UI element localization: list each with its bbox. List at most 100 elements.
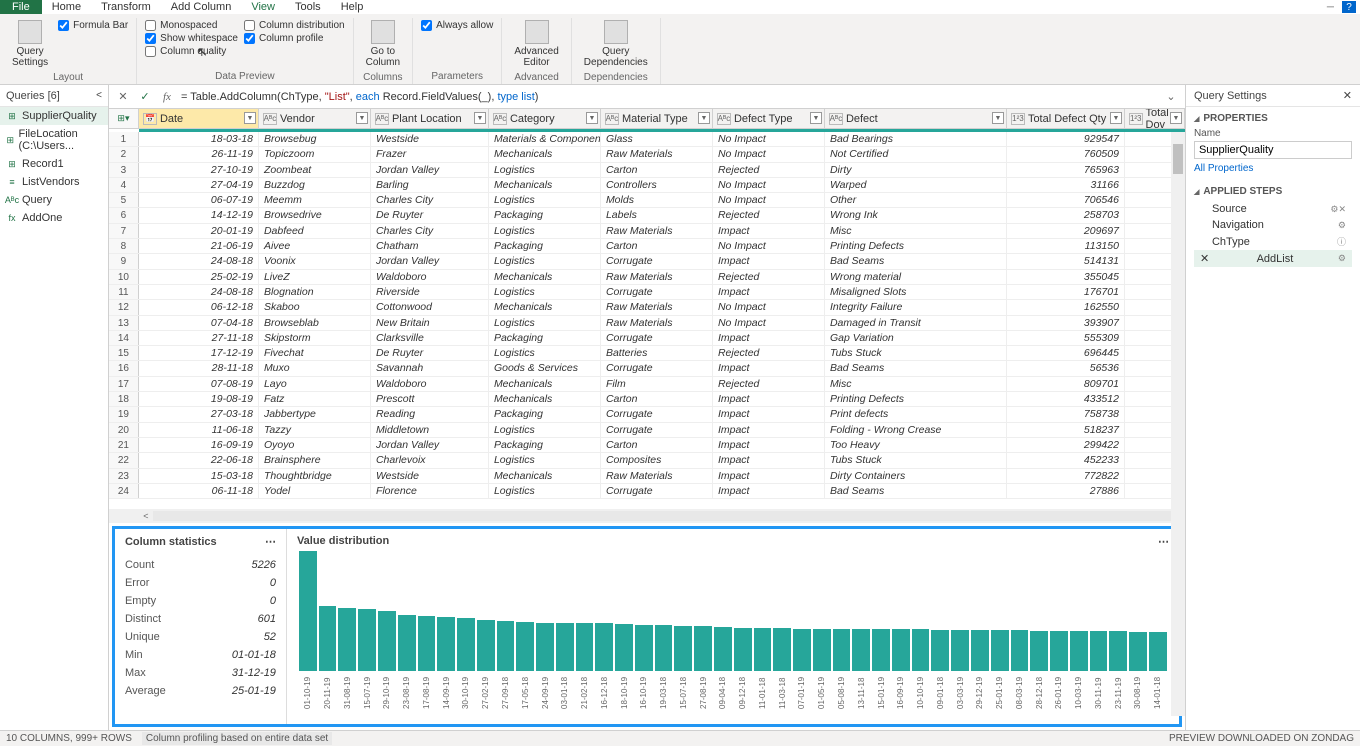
monospaced-checkbox[interactable]: Monospaced bbox=[145, 20, 238, 31]
row-number[interactable]: 21 bbox=[109, 438, 139, 452]
column-type-icon[interactable]: Aᴮc bbox=[375, 113, 389, 125]
table-cell[interactable]: 15-03-18 bbox=[139, 469, 259, 483]
table-cell[interactable]: Misaligned Slots bbox=[825, 285, 1007, 299]
table-cell[interactable]: 258703 bbox=[1007, 208, 1125, 222]
chart-bar[interactable]: 30-08-19 bbox=[1129, 632, 1147, 709]
table-cell[interactable]: Savannah bbox=[371, 361, 489, 375]
chart-bar[interactable]: 25-01-19 bbox=[991, 630, 1009, 709]
table-cell[interactable]: Packaging bbox=[489, 438, 601, 452]
table-cell[interactable]: 27886 bbox=[1007, 484, 1125, 498]
table-row[interactable]: 506-07-19MeemmCharles CityLogisticsMolds… bbox=[109, 193, 1185, 208]
menu-add-column[interactable]: Add Column bbox=[161, 0, 242, 14]
table-cell[interactable]: Charles City bbox=[371, 193, 489, 207]
chart-bar[interactable]: 27-02-19 bbox=[477, 620, 495, 709]
table-cell[interactable]: Buzzdog bbox=[259, 178, 371, 192]
table-cell[interactable]: Goods & Services bbox=[489, 361, 601, 375]
table-cell[interactable]: Bad Seams bbox=[825, 484, 1007, 498]
table-cell[interactable]: Jabbertype bbox=[259, 407, 371, 421]
table-cell[interactable]: Misc bbox=[825, 377, 1007, 391]
table-cell[interactable]: Fivechat bbox=[259, 346, 371, 360]
table-cell[interactable]: No Impact bbox=[713, 316, 825, 330]
row-number[interactable]: 19 bbox=[109, 407, 139, 421]
table-cell[interactable]: 11-06-18 bbox=[139, 423, 259, 437]
table-row[interactable]: 1206-12-18SkabooCottonwoodMechanicalsRaw… bbox=[109, 300, 1185, 315]
table-row[interactable]: 1517-12-19FivechatDe RuyterLogisticsBatt… bbox=[109, 346, 1185, 361]
table-cell[interactable]: Muxo bbox=[259, 361, 371, 375]
table-cell[interactable]: Bad Seams bbox=[825, 254, 1007, 268]
table-cell[interactable]: Clarksville bbox=[371, 331, 489, 345]
chart-bar[interactable]: 17-08-19 bbox=[418, 616, 436, 709]
chart-bar[interactable]: 16-12-18 bbox=[595, 623, 613, 709]
table-cell[interactable]: Raw Materials bbox=[601, 469, 713, 483]
menu-file[interactable]: File bbox=[0, 0, 42, 14]
table-cell[interactable]: Impact bbox=[713, 423, 825, 437]
table-cell[interactable]: Skipstorm bbox=[259, 331, 371, 345]
column-filter-icon[interactable]: ▼ bbox=[1170, 112, 1182, 124]
table-cell[interactable]: Middletown bbox=[371, 423, 489, 437]
table-cell[interactable]: Warped bbox=[825, 178, 1007, 192]
table-cell[interactable]: 22-06-18 bbox=[139, 453, 259, 467]
table-cell[interactable]: 16-09-19 bbox=[139, 438, 259, 452]
table-row[interactable]: 1427-11-18SkipstormClarksvillePackagingC… bbox=[109, 331, 1185, 346]
table-cell[interactable]: Logistics bbox=[489, 193, 601, 207]
column-filter-icon[interactable]: ▼ bbox=[356, 112, 368, 124]
table-cell[interactable]: Waldoboro bbox=[371, 377, 489, 391]
row-number[interactable]: 12 bbox=[109, 300, 139, 314]
table-cell[interactable]: Jordan Valley bbox=[371, 254, 489, 268]
table-cell[interactable]: No Impact bbox=[713, 178, 825, 192]
table-cell[interactable]: Misc bbox=[825, 224, 1007, 238]
table-cell[interactable]: Rejected bbox=[713, 163, 825, 177]
table-cell[interactable]: Glass bbox=[601, 132, 713, 146]
table-cell[interactable]: Packaging bbox=[489, 331, 601, 345]
query-item[interactable]: fxAddOne bbox=[0, 209, 108, 227]
table-cell[interactable]: New Britain bbox=[371, 316, 489, 330]
table-cell[interactable]: 25-02-19 bbox=[139, 270, 259, 284]
table-cell[interactable]: Other bbox=[825, 193, 1007, 207]
horizontal-scrollbar[interactable]: <> bbox=[109, 509, 1185, 523]
table-cell[interactable]: Film bbox=[601, 377, 713, 391]
table-cell[interactable]: 20-01-19 bbox=[139, 224, 259, 238]
table-cell[interactable]: Packaging bbox=[489, 208, 601, 222]
table-cell[interactable]: 21-06-19 bbox=[139, 239, 259, 253]
properties-section-title[interactable]: PROPERTIES bbox=[1194, 113, 1352, 124]
table-cell[interactable]: Logistics bbox=[489, 484, 601, 498]
table-cell[interactable]: Browseblab bbox=[259, 316, 371, 330]
row-number[interactable]: 17 bbox=[109, 377, 139, 391]
column-header[interactable]: AᴮcDefect Type▼ bbox=[713, 109, 825, 128]
table-cell[interactable]: 706546 bbox=[1007, 193, 1125, 207]
table-row[interactable]: 821-06-19AiveeChathamPackagingCartonNo I… bbox=[109, 239, 1185, 254]
table-cell[interactable]: Controllers bbox=[601, 178, 713, 192]
table-cell[interactable]: Florence bbox=[371, 484, 489, 498]
chart-bar[interactable]: 31-08-19 bbox=[338, 608, 356, 709]
applied-step[interactable]: ✕AddList⚙ bbox=[1194, 250, 1352, 267]
row-number[interactable]: 9 bbox=[109, 254, 139, 268]
table-cell[interactable]: Mechanicals bbox=[489, 300, 601, 314]
table-cell[interactable]: Fatz bbox=[259, 392, 371, 406]
value-distribution-menu-icon[interactable]: ⋯ bbox=[1158, 535, 1169, 548]
table-cell[interactable]: Impact bbox=[713, 392, 825, 406]
table-cell[interactable]: Frazer bbox=[371, 147, 489, 161]
table-cell[interactable]: 07-08-19 bbox=[139, 377, 259, 391]
chart-bar[interactable]: 09-01-18 bbox=[931, 630, 949, 709]
column-filter-icon[interactable]: ▼ bbox=[586, 112, 598, 124]
table-cell[interactable]: 18-03-18 bbox=[139, 132, 259, 146]
table-cell[interactable]: Tubs Stuck bbox=[825, 453, 1007, 467]
column-header[interactable]: AᴮcPlant Location▼ bbox=[371, 109, 489, 128]
table-icon[interactable]: ⊞▾ bbox=[109, 109, 139, 128]
table-cell[interactable]: Barling bbox=[371, 178, 489, 192]
table-cell[interactable]: Logistics bbox=[489, 163, 601, 177]
table-cell[interactable]: Carton bbox=[601, 392, 713, 406]
formula-bar-checkbox[interactable]: Formula Bar bbox=[58, 20, 128, 31]
row-number[interactable]: 22 bbox=[109, 453, 139, 467]
table-cell[interactable]: 514131 bbox=[1007, 254, 1125, 268]
table-cell[interactable]: 355045 bbox=[1007, 270, 1125, 284]
table-cell[interactable]: No Impact bbox=[713, 132, 825, 146]
table-cell[interactable]: Charles City bbox=[371, 224, 489, 238]
table-cell[interactable]: De Ruyter bbox=[371, 346, 489, 360]
query-settings-button[interactable]: Query Settings bbox=[8, 18, 52, 70]
table-cell[interactable]: Riverside bbox=[371, 285, 489, 299]
query-item[interactable]: ≡ListVendors bbox=[0, 173, 108, 191]
table-cell[interactable]: Impact bbox=[713, 331, 825, 345]
table-cell[interactable]: Rejected bbox=[713, 377, 825, 391]
table-cell[interactable]: Raw Materials bbox=[601, 300, 713, 314]
